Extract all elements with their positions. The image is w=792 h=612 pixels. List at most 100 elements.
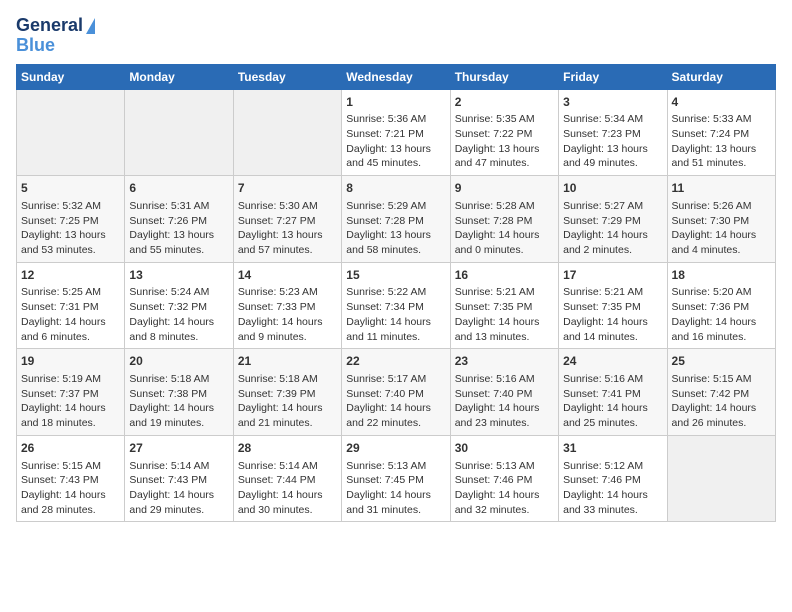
logo-text-blue: Blue [16,36,55,56]
sunrise-text: Sunrise: 5:27 AM [563,199,662,214]
day-cell: 19Sunrise: 5:19 AMSunset: 7:37 PMDayligh… [17,349,125,436]
day-cell-content: 11Sunrise: 5:26 AMSunset: 7:30 PMDayligh… [672,180,771,258]
weekday-header-monday: Monday [125,64,233,89]
daylight-text: Daylight: 13 hours and 45 minutes. [346,142,445,171]
day-cell-content: 13Sunrise: 5:24 AMSunset: 7:32 PMDayligh… [129,267,228,345]
day-number: 22 [346,353,445,370]
sunset-text: Sunset: 7:46 PM [563,473,662,488]
day-cell: 8Sunrise: 5:29 AMSunset: 7:28 PMDaylight… [342,176,450,263]
calendar-week-row: 1Sunrise: 5:36 AMSunset: 7:21 PMDaylight… [17,89,776,176]
sunrise-text: Sunrise: 5:33 AM [672,112,771,127]
day-cell: 27Sunrise: 5:14 AMSunset: 7:43 PMDayligh… [125,435,233,522]
sunrise-text: Sunrise: 5:21 AM [563,285,662,300]
day-cell: 25Sunrise: 5:15 AMSunset: 7:42 PMDayligh… [667,349,775,436]
weekday-header-saturday: Saturday [667,64,775,89]
daylight-text: Daylight: 14 hours and 0 minutes. [455,228,554,257]
day-cell-content: 7Sunrise: 5:30 AMSunset: 7:27 PMDaylight… [238,180,337,258]
daylight-text: Daylight: 14 hours and 33 minutes. [563,488,662,517]
day-cell-content: 21Sunrise: 5:18 AMSunset: 7:39 PMDayligh… [238,353,337,431]
day-cell: 2Sunrise: 5:35 AMSunset: 7:22 PMDaylight… [450,89,558,176]
sunrise-text: Sunrise: 5:31 AM [129,199,228,214]
logo: General Blue [16,16,95,56]
day-cell: 11Sunrise: 5:26 AMSunset: 7:30 PMDayligh… [667,176,775,263]
day-number: 2 [455,94,554,111]
day-cell: 18Sunrise: 5:20 AMSunset: 7:36 PMDayligh… [667,262,775,349]
weekday-header-thursday: Thursday [450,64,558,89]
day-number: 20 [129,353,228,370]
sunset-text: Sunset: 7:34 PM [346,300,445,315]
sunrise-text: Sunrise: 5:12 AM [563,459,662,474]
sunrise-text: Sunrise: 5:15 AM [21,459,120,474]
day-cell-content: 12Sunrise: 5:25 AMSunset: 7:31 PMDayligh… [21,267,120,345]
day-cell-content: 19Sunrise: 5:19 AMSunset: 7:37 PMDayligh… [21,353,120,431]
day-number: 9 [455,180,554,197]
day-cell-content: 3Sunrise: 5:34 AMSunset: 7:23 PMDaylight… [563,94,662,172]
sunset-text: Sunset: 7:28 PM [346,214,445,229]
weekday-header-sunday: Sunday [17,64,125,89]
weekday-header-friday: Friday [559,64,667,89]
empty-cell [125,89,233,176]
day-cell-content: 23Sunrise: 5:16 AMSunset: 7:40 PMDayligh… [455,353,554,431]
calendar-week-row: 5 Sunrise: 5:32 AMSunset: 7:25 PM Daylight… [17,176,776,263]
day-cell-content: 1Sunrise: 5:36 AMSunset: 7:21 PMDaylight… [346,94,445,172]
day-cell: 23Sunrise: 5:16 AMSunset: 7:40 PMDayligh… [450,349,558,436]
day-number: 5 [21,180,120,197]
daylight-text: Daylight: 14 hours and 23 minutes. [455,401,554,430]
day-number: 14 [238,267,337,284]
day-cell: 16Sunrise: 5:21 AMSunset: 7:35 PMDayligh… [450,262,558,349]
page-header: General Blue [16,16,776,56]
sunset-text: Sunset: 7:44 PM [238,473,337,488]
day-cell: 20Sunrise: 5:18 AMSunset: 7:38 PMDayligh… [125,349,233,436]
day-cell-content: 14Sunrise: 5:23 AMSunset: 7:33 PMDayligh… [238,267,337,345]
day-number: 6 [129,180,228,197]
day-number: 3 [563,94,662,111]
sunset-text: Sunset: 7:32 PM [129,300,228,315]
calendar-week-row: 12Sunrise: 5:25 AMSunset: 7:31 PMDayligh… [17,262,776,349]
day-cell-content: 24Sunrise: 5:16 AMSunset: 7:41 PMDayligh… [563,353,662,431]
sunset-text: Sunset: 7:21 PM [346,127,445,142]
daylight-text: Daylight: 14 hours and 32 minutes. [455,488,554,517]
sunrise-text: Sunrise: 5:17 AM [346,372,445,387]
daylight-text: Daylight: 13 hours and 55 minutes. [129,228,228,257]
weekday-header-wednesday: Wednesday [342,64,450,89]
day-number: 26 [21,440,120,457]
day-cell: 5Sunrise: 5:32 AMSunset: 7:25 PMDaylight… [17,176,125,263]
sunrise-text: Sunrise: 5:25 AM [21,285,120,300]
day-cell: 13Sunrise: 5:24 AMSunset: 7:32 PMDayligh… [125,262,233,349]
sunset-text: Sunset: 7:25 PM [21,214,120,229]
daylight-text: Daylight: 14 hours and 31 minutes. [346,488,445,517]
sunset-text: Sunset: 7:36 PM [672,300,771,315]
day-cell-content: 10Sunrise: 5:27 AMSunset: 7:29 PMDayligh… [563,180,662,258]
daylight-text: Daylight: 14 hours and 4 minutes. [672,228,771,257]
day-number: 8 [346,180,445,197]
day-number: 31 [563,440,662,457]
day-number: 11 [672,180,771,197]
calendar-week-row: 19Sunrise: 5:19 AMSunset: 7:37 PMDayligh… [17,349,776,436]
sunrise-text: Sunrise: 5:18 AM [129,372,228,387]
sunset-text: Sunset: 7:31 PM [21,300,120,315]
day-cell-content: 2Sunrise: 5:35 AMSunset: 7:22 PMDaylight… [455,94,554,172]
daylight-text: Daylight: 14 hours and 2 minutes. [563,228,662,257]
sunset-text: Sunset: 7:26 PM [129,214,228,229]
day-number: 21 [238,353,337,370]
day-cell-content: 4Sunrise: 5:33 AMSunset: 7:24 PMDaylight… [672,94,771,172]
day-cell: 15Sunrise: 5:22 AMSunset: 7:34 PMDayligh… [342,262,450,349]
daylight-text: Daylight: 14 hours and 30 minutes. [238,488,337,517]
day-cell: 21Sunrise: 5:18 AMSunset: 7:39 PMDayligh… [233,349,341,436]
daylight-text: Daylight: 14 hours and 6 minutes. [21,315,120,344]
daylight-text: Daylight: 14 hours and 21 minutes. [238,401,337,430]
sunset-text: Sunset: 7:40 PM [455,387,554,402]
sunrise-text: Sunrise: 5:32 AM [21,199,120,214]
day-number: 7 [238,180,337,197]
daylight-text: Daylight: 14 hours and 16 minutes. [672,315,771,344]
day-cell: 29Sunrise: 5:13 AMSunset: 7:45 PMDayligh… [342,435,450,522]
day-cell-content: 17Sunrise: 5:21 AMSunset: 7:35 PMDayligh… [563,267,662,345]
sunset-text: Sunset: 7:24 PM [672,127,771,142]
day-cell-content: 6 Sunrise: 5:31 AMSunset: 7:26 PMDaylight… [129,180,228,258]
sunrise-text: Sunrise: 5:14 AM [129,459,228,474]
sunset-text: Sunset: 7:35 PM [455,300,554,315]
day-cell: 7Sunrise: 5:30 AMSunset: 7:27 PMDaylight… [233,176,341,263]
day-number: 23 [455,353,554,370]
daylight-text: Daylight: 13 hours and 49 minutes. [563,142,662,171]
day-number: 1 [346,94,445,111]
